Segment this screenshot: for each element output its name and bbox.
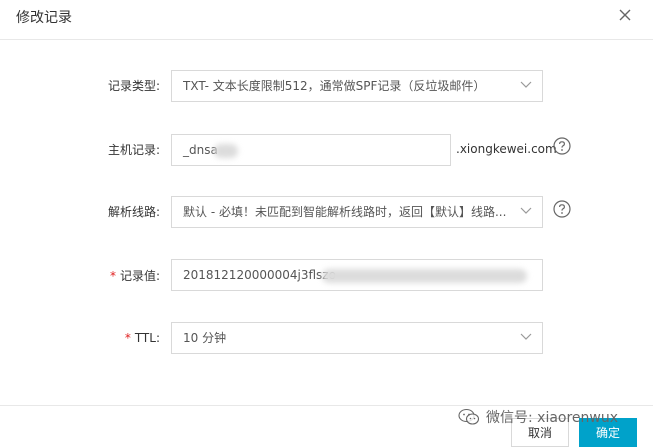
line-select[interactable]: 默认 - 必填！未匹配到智能解析线路时，返回【默认】线路...	[171, 196, 543, 228]
host-record-input[interactable]: _dnsa	[171, 134, 451, 166]
host-record-label-text: 主机记录:	[107, 143, 160, 157]
dialog-titlebar: 修改记录	[0, 0, 653, 40]
domain-suffix: .xiongkewei.com	[456, 142, 557, 156]
redacted-blur	[322, 269, 527, 283]
record-value-input[interactable]: 201812120000004j3flszo	[171, 259, 543, 291]
chevron-down-icon	[520, 81, 532, 88]
record-value-label-text: 记录值:	[119, 269, 160, 283]
record-value-text: 201812120000004j3flszo	[183, 268, 336, 282]
record-type-select[interactable]: TXT- 文本长度限制512，通常做SPF记录（反垃圾邮件）	[171, 70, 543, 102]
record-value-label: * 记录值:	[0, 268, 160, 284]
line-label-text: 解析线路:	[107, 205, 160, 219]
ttl-label-text: TTL:	[134, 331, 160, 345]
help-icon[interactable]	[553, 200, 571, 218]
line-value: 默认 - 必填！未匹配到智能解析线路时，返回【默认】线路...	[183, 205, 507, 219]
ttl-select[interactable]: 10 分钟	[171, 322, 543, 354]
host-record-label: 主机记录:	[0, 142, 160, 158]
redacted-blur	[214, 144, 238, 158]
ttl-label: * TTL:	[0, 330, 160, 346]
ttl-value: 10 分钟	[183, 331, 227, 345]
wechat-icon	[458, 408, 480, 425]
watermark: 微信号: xiaorenwux	[458, 407, 618, 427]
chevron-down-icon	[520, 333, 532, 340]
dialog-title: 修改记录	[16, 10, 72, 26]
close-icon[interactable]	[617, 7, 633, 23]
required-mark: *	[124, 331, 131, 345]
record-type-value: TXT- 文本长度限制512，通常做SPF记录（反垃圾邮件）	[183, 79, 486, 93]
line-label: 解析线路:	[0, 204, 160, 220]
chevron-down-icon	[520, 207, 532, 214]
host-record-value: _dnsa	[183, 143, 218, 157]
record-type-label: 记录类型:	[0, 78, 160, 94]
help-icon[interactable]	[553, 137, 571, 155]
record-type-label-text: 记录类型:	[107, 79, 160, 93]
required-mark: *	[109, 269, 116, 283]
watermark-text: 微信号: xiaorenwux	[486, 410, 619, 426]
